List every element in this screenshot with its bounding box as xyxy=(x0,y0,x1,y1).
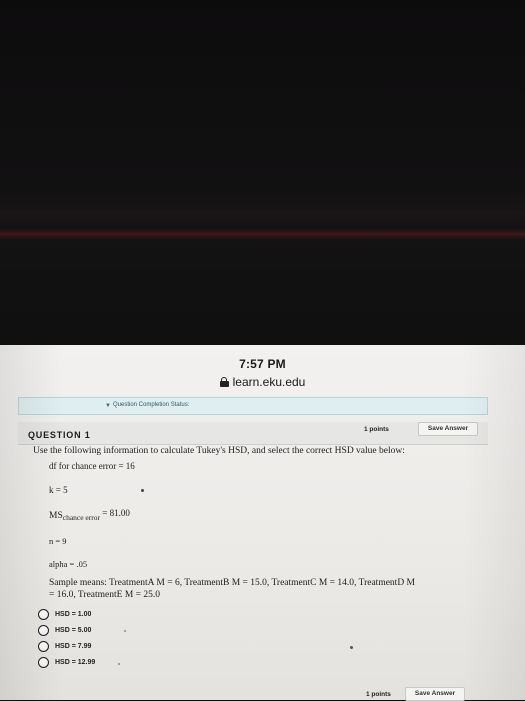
ms-prefix: MS xyxy=(49,511,63,521)
red-reflection-band xyxy=(0,228,525,240)
status-bar: 7:57 PM learn.eku.edu xyxy=(0,345,525,395)
status-time: 7:57 PM xyxy=(239,357,286,371)
k-line: k = 5 xyxy=(49,485,68,495)
ms-subscript: chance error xyxy=(62,513,100,522)
completion-status-label: Question Completion Status: xyxy=(113,402,190,408)
footer-question-points: 1 points xyxy=(366,691,391,698)
question-points: 1 points xyxy=(364,426,389,433)
footer-save-answer-button[interactable]: Save Answer xyxy=(405,687,465,701)
df-line: df for chance error = 16 xyxy=(49,461,135,471)
address-bar[interactable]: learn.eku.edu xyxy=(0,375,525,389)
expand-triangle-icon: ▼ xyxy=(105,403,111,409)
url-text: learn.eku.edu xyxy=(232,375,306,389)
screen-speck xyxy=(350,646,353,649)
save-answer-button[interactable]: Save Answer xyxy=(418,422,478,436)
ms-chance-error-line: MSchance error = 81.00 xyxy=(49,508,130,522)
question-completion-status-bar[interactable]: ▼ Question Completion Status: xyxy=(18,397,488,415)
question-header: QUESTION 1 1 points Save Answer xyxy=(18,422,488,445)
dark-surroundings xyxy=(0,0,525,345)
alpha-line: alpha = .05 xyxy=(49,559,88,569)
screen-speck xyxy=(118,663,120,665)
radio-button[interactable] xyxy=(38,625,49,636)
answer-option-label: HSD = 12.99 xyxy=(55,659,96,666)
sample-means-line-2: = 16.0, TreatmentE M = 25.0 xyxy=(49,590,160,600)
cursor-dot xyxy=(141,489,144,492)
radio-button[interactable] xyxy=(38,657,49,668)
ms-value: = 81.00 xyxy=(100,508,130,518)
screen-speck xyxy=(124,630,126,632)
answer-option-label: HSD = 7.99 xyxy=(55,643,92,650)
answer-option-label: HSD = 1.00 xyxy=(55,611,92,618)
n-line: n = 9 xyxy=(49,536,67,546)
question-title: QUESTION 1 xyxy=(28,430,91,440)
radio-button[interactable] xyxy=(38,609,49,620)
radio-button[interactable] xyxy=(38,641,49,652)
question-instruction: Use the following information to calcula… xyxy=(33,446,405,456)
sample-means-line-1: Sample means: TreatmentA M = 6, Treatmen… xyxy=(49,578,416,588)
lock-icon xyxy=(219,377,229,387)
phone-screen: 7:57 PM learn.eku.edu ▼ Question Complet… xyxy=(0,345,525,701)
answer-option-label: HSD = 5.00 xyxy=(55,627,92,634)
